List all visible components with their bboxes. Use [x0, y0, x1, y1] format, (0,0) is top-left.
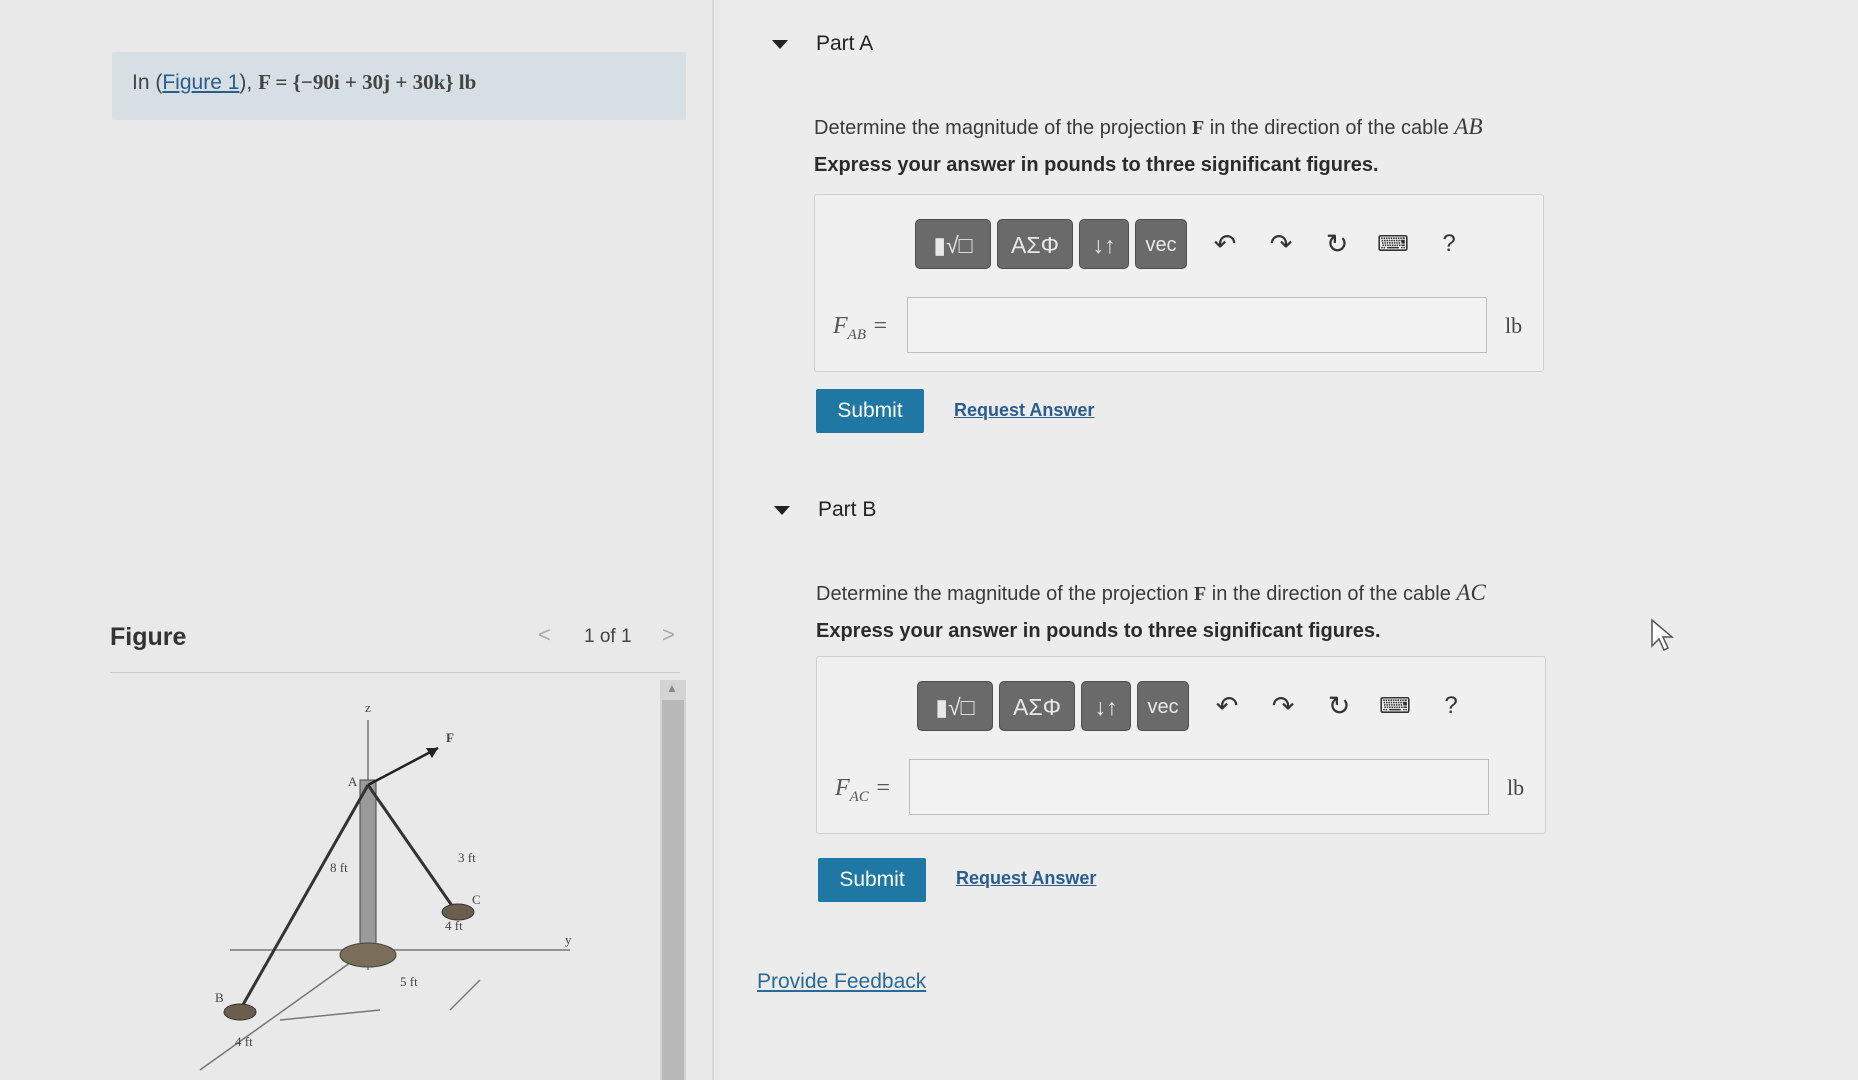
part-b-instruction: Express your answer in pounds to three s… — [816, 620, 1381, 642]
problem-prefix: In ( — [132, 71, 163, 94]
part-a-header[interactable]: Part A — [772, 32, 873, 56]
redo-icon[interactable]: ↷ — [1263, 689, 1303, 723]
label-4ft-c: 4 ft — [445, 918, 463, 933]
greek-symbols-button[interactable]: ΑΣΦ — [999, 681, 1075, 731]
reset-icon[interactable]: ↻ — [1319, 689, 1359, 723]
part-b-request-answer-link[interactable]: Request Answer — [956, 868, 1096, 889]
label-F: F — [446, 730, 454, 745]
figure-diagram: z F A B C y 8 ft 3 ft 4 ft 5 ft 4 ft — [199, 700, 572, 1071]
variable-symbol: F — [833, 313, 848, 339]
part-a-answer-box: ▮√□ ΑΣΦ ↓↑ vec ↶ ↷ ↻ ⌨ ? FAB = lb — [814, 194, 1544, 372]
question-text-mid: in the direction of the cable — [1209, 117, 1449, 139]
question-text: Determine the magnitude of the projectio… — [814, 117, 1187, 139]
question-force: F — [1194, 583, 1207, 605]
label-B: B — [215, 990, 224, 1005]
part-b-title: Part B — [818, 498, 877, 521]
figure-counter: 1 of 1 — [584, 626, 632, 647]
undo-icon[interactable]: ↶ — [1205, 227, 1245, 261]
label-y: y — [565, 932, 572, 947]
figure-scrollbar-thumb[interactable] — [662, 700, 684, 1080]
figure-link[interactable]: Figure 1 — [162, 71, 239, 94]
label-A: A — [348, 774, 358, 789]
part-a-variable-label: FAB = — [833, 313, 889, 343]
variable-subscript: AB — [847, 326, 866, 343]
question-text-mid: in the direction of the cable — [1211, 583, 1451, 605]
variable-subscript: AC — [849, 788, 869, 805]
collapse-triangle-icon[interactable] — [774, 505, 790, 515]
vector-button[interactable]: vec — [1137, 681, 1189, 731]
provide-feedback-link[interactable]: Provide Feedback — [757, 970, 926, 994]
question-cable: AB — [1454, 114, 1483, 139]
previous-figure-icon[interactable]: < — [538, 622, 551, 648]
reset-icon[interactable]: ↻ — [1317, 227, 1357, 261]
force-arrow — [367, 746, 439, 787]
mouse-cursor-icon — [1651, 618, 1675, 652]
part-a-submit-button[interactable]: Submit — [816, 389, 924, 433]
part-b-header[interactable]: Part B — [774, 498, 876, 522]
subscript-button[interactable]: ↓↑ — [1079, 219, 1129, 269]
part-a-answer-input[interactable] — [907, 297, 1487, 353]
pole-base — [339, 942, 397, 968]
label-z: z — [365, 700, 371, 715]
help-button[interactable]: ? — [1429, 227, 1469, 261]
part-a-title: Part A — [816, 32, 874, 55]
keyboard-icon[interactable]: ⌨ — [1373, 227, 1413, 261]
pane-divider — [712, 0, 714, 1080]
help-button[interactable]: ? — [1431, 689, 1471, 723]
templates-button[interactable]: ▮√□ — [915, 219, 991, 269]
anchor-B — [223, 1003, 257, 1021]
part-b-question: Determine the magnitude of the projectio… — [816, 580, 1486, 606]
figure-header: Figure < 1 of 1 > — [110, 620, 675, 670]
keyboard-icon[interactable]: ⌨ — [1375, 689, 1415, 723]
undo-icon[interactable]: ↶ — [1207, 689, 1247, 723]
label-5ft: 5 ft — [400, 974, 418, 989]
figure-divider — [110, 672, 680, 673]
label-C: C — [472, 892, 481, 907]
templates-button[interactable]: ▮√□ — [917, 681, 993, 731]
part-b-answer-box: ▮√□ ΑΣΦ ↓↑ vec ↶ ↷ ↻ ⌨ ? FAC = lb — [816, 656, 1546, 834]
label-8ft: 8 ft — [330, 860, 348, 875]
figure-title: Figure — [110, 623, 187, 651]
redo-icon[interactable]: ↷ — [1261, 227, 1301, 261]
part-a-question: Determine the magnitude of the projectio… — [814, 114, 1483, 140]
problem-statement: In (Figure 1), F = {−90i + 30j + 30k} lb — [112, 52, 686, 120]
left-pane: In (Figure 1), F = {−90i + 30j + 30k} lb… — [0, 0, 720, 1080]
cable-AB — [238, 784, 370, 1011]
variable-symbol: F — [835, 775, 850, 801]
subscript-button[interactable]: ↓↑ — [1081, 681, 1131, 731]
collapse-triangle-icon[interactable] — [772, 39, 788, 49]
label-4ft-b: 4 ft — [235, 1034, 253, 1049]
cable-AC — [366, 784, 457, 911]
next-figure-icon[interactable]: > — [662, 622, 675, 648]
question-text: Determine the magnitude of the projectio… — [816, 583, 1189, 605]
part-b-unit: lb — [1507, 775, 1525, 800]
part-a-request-answer-link[interactable]: Request Answer — [954, 400, 1094, 421]
greek-symbols-button[interactable]: ΑΣΦ — [997, 219, 1073, 269]
part-b-submit-button[interactable]: Submit — [818, 858, 926, 902]
problem-suffix: ), — [239, 71, 253, 94]
vector-button[interactable]: vec — [1135, 219, 1187, 269]
scroll-up-icon[interactable]: ▲ — [666, 681, 678, 695]
force-equation: F = {−90i + 30j + 30k} lb — [258, 70, 477, 94]
pole — [359, 779, 377, 951]
part-b-variable-label: FAC = — [835, 775, 892, 805]
question-cable: AC — [1456, 580, 1486, 605]
part-a-instruction: Express your answer in pounds to three s… — [814, 154, 1379, 176]
part-a-unit: lb — [1505, 313, 1523, 338]
part-b-answer-input[interactable] — [909, 759, 1489, 815]
label-3ft: 3 ft — [458, 850, 476, 865]
question-force: F — [1192, 117, 1205, 139]
